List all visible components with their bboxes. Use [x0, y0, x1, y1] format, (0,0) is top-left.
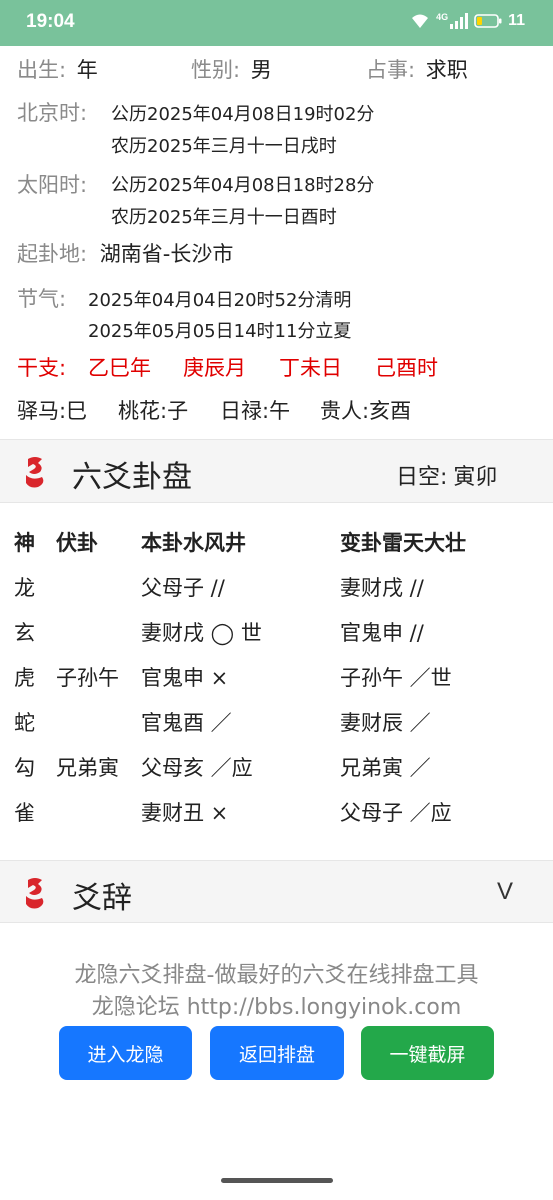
- topic-row: 占事: 求职: [366, 54, 468, 84]
- topic-label: 占事:: [366, 58, 416, 82]
- place-label: 起卦地:: [17, 242, 88, 266]
- status-time: 19:04: [26, 11, 75, 32]
- cell-shen: 勾: [14, 756, 35, 780]
- status-bar: 19:04 4G 11: [0, 0, 553, 46]
- rikong: 日空: 寅卯: [396, 459, 497, 491]
- battery-icon: [474, 14, 502, 28]
- status-icons: 4G 11: [410, 12, 525, 30]
- screenshot-button[interactable]: 一键截屏: [361, 1026, 494, 1080]
- cell-shen: 虎: [14, 666, 35, 690]
- yaoci-title: 爻辞: [72, 881, 132, 916]
- footer-forum-link[interactable]: 龙隐论坛 http://bbs.longyinok.com: [0, 989, 553, 1021]
- cell-bian: 官鬼申 //: [340, 621, 424, 645]
- cell-bian: 兄弟寅 ／: [340, 756, 431, 780]
- jieqi-label: 节气:: [17, 287, 67, 311]
- cell-shen: 蛇: [14, 711, 35, 735]
- rilu: 日禄:午: [220, 399, 291, 423]
- dragon-logo-icon: [26, 878, 44, 909]
- sex-row: 性别: 男: [191, 54, 272, 84]
- birth-row: 出生: 年: [17, 54, 98, 84]
- solar-time-solar: 公历2025年04月08日18时28分: [111, 175, 375, 196]
- birth-label: 出生:: [17, 58, 67, 82]
- signal-icon: [450, 13, 469, 29]
- place-value: 湖南省-长沙市: [99, 242, 234, 266]
- paipan-header: 六爻卦盘 日空: 寅卯: [0, 439, 553, 503]
- cell-ben: 父母子 //: [141, 576, 225, 600]
- solar-time-lunar: 农历2025年三月十一日酉时: [111, 207, 337, 228]
- col-header-shen: 神: [14, 531, 35, 555]
- back-to-paipan-button[interactable]: 返回排盘: [210, 1026, 344, 1080]
- cell-shen: 雀: [14, 801, 35, 825]
- battery-level: 11: [508, 12, 525, 29]
- cell-ben: 官鬼申 ×: [141, 666, 229, 690]
- cell-bian: 妻财辰 ／: [340, 711, 431, 735]
- guiren: 贵人:亥酉: [320, 399, 412, 423]
- cell-ben: 妻财丑 ×: [141, 801, 229, 825]
- sex-label: 性别:: [191, 58, 241, 82]
- beijing-time-solar: 公历2025年04月08日19时02分: [111, 104, 375, 125]
- beijing-time-label: 北京时:: [17, 101, 88, 125]
- ganzhi-hour: 己酉时: [375, 356, 438, 380]
- chevron-down-icon[interactable]: V: [497, 878, 513, 906]
- ganzhi-day: 丁未日: [279, 356, 342, 380]
- cell-ben: 官鬼酉 ／: [141, 711, 232, 735]
- cell-fu: 兄弟寅: [56, 756, 119, 780]
- network-type: 4G: [436, 12, 449, 22]
- paipan-title: 六爻卦盘: [72, 460, 192, 495]
- cell-fu: 子孙午: [56, 666, 119, 690]
- yima: 驿马:巳: [17, 399, 88, 423]
- ganzhi-year: 乙巳年: [88, 356, 151, 380]
- jieqi-line2: 2025年05月05日14时11分立夏: [88, 321, 352, 342]
- sex-value: 男: [250, 58, 272, 82]
- rikong-value: 寅卯: [453, 465, 498, 490]
- home-indicator[interactable]: [221, 1178, 333, 1183]
- footer-slogan: 龙隐六爻排盘-做最好的六爻在线排盘工具: [74, 963, 479, 988]
- cell-bian: 妻财戌 //: [340, 576, 424, 600]
- beijing-time-lunar: 农历2025年三月十一日戌时: [111, 136, 337, 157]
- solar-time-label: 太阳时:: [17, 173, 88, 197]
- cell-shen: 玄: [14, 621, 35, 645]
- cell-shen: 龙: [14, 576, 35, 600]
- ganzhi-month: 庚辰月: [183, 356, 246, 380]
- taohua: 桃花:子: [118, 399, 189, 423]
- dragon-logo-icon: [26, 457, 44, 488]
- cell-bian: 父母子 ／应: [340, 801, 452, 825]
- col-header-fu: 伏卦: [56, 531, 98, 555]
- cell-ben: 妻财戌 ◯ 世: [141, 621, 262, 645]
- ganzhi-label: 干支:: [17, 356, 67, 380]
- place-row: 起卦地: 湖南省-长沙市: [17, 238, 233, 268]
- enter-longyin-button[interactable]: 进入龙隐: [59, 1026, 192, 1080]
- jieqi-line1: 2025年04月04日20时52分清明: [88, 290, 352, 311]
- cell-ben: 父母亥 ／应: [141, 756, 253, 780]
- cell-bian: 子孙午 ／世: [340, 666, 452, 690]
- birth-value: 年: [76, 58, 98, 82]
- wifi-icon: [412, 14, 429, 28]
- col-header-ben: 本卦水风井: [141, 531, 246, 555]
- rikong-label: 日空:: [396, 465, 448, 490]
- topic-value: 求职: [425, 58, 468, 82]
- col-header-bian: 变卦雷天大壮: [340, 531, 466, 555]
- yaoci-header[interactable]: 爻辞 V: [0, 860, 553, 923]
